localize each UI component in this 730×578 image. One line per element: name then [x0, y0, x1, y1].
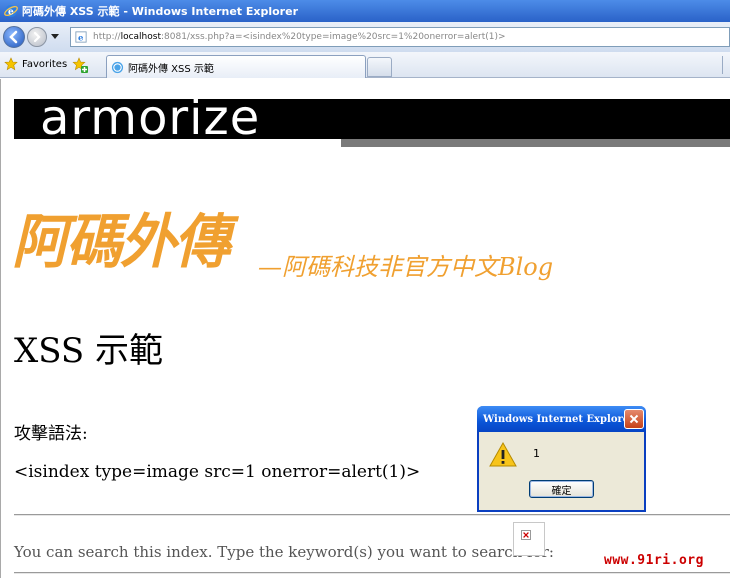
favorites-label: Favorites: [22, 58, 68, 70]
blog-logo-subtitle: —阿碼科技非官方中文Blog: [258, 253, 554, 281]
tab-label: 阿碼外傳 XSS 示範: [128, 63, 214, 75]
svg-text:e: e: [78, 33, 84, 43]
watermark: www.91ri.org: [604, 553, 704, 568]
toolbar-separator: [722, 56, 724, 74]
ie-icon: [111, 61, 124, 73]
add-favorite-icon[interactable]: [72, 57, 88, 73]
alert-dialog-title: Windows Internet Explorer: [483, 413, 635, 425]
new-tab-button[interactable]: [367, 57, 392, 77]
tab-xss-demo[interactable]: 阿碼外傳 XSS 示範: [106, 55, 366, 78]
favorites-button[interactable]: Favorites: [4, 57, 67, 71]
ok-button[interactable]: 確定: [529, 480, 594, 498]
ie-icon: e: [4, 5, 18, 18]
back-arrow-icon: [9, 30, 18, 44]
isindex-prompt: You can search this index. Type the keyw…: [14, 543, 554, 561]
blog-logo-title: 阿碼外傳: [12, 207, 230, 277]
svg-text:e: e: [8, 8, 14, 18]
favorites-bar: Favorites 阿碼外傳 XSS 示範: [0, 52, 730, 78]
window-titlebar: e 阿碼外傳 XSS 示範 - Windows Internet Explore…: [0, 0, 730, 22]
page-left-border: [0, 79, 1, 578]
forward-arrow-icon: [33, 31, 41, 43]
back-button[interactable]: [3, 26, 25, 48]
address-host: localhost: [120, 32, 161, 42]
close-icon: [629, 414, 639, 424]
attack-syntax-code: <isindex type=image src=1 onerror=alert(…: [14, 462, 421, 482]
navigation-bar: e http://localhost:8081/xss.php?a=<isind…: [0, 22, 730, 52]
armorize-logo-text: armorize: [40, 90, 261, 146]
window-title: 阿碼外傳 XSS 示範 - Windows Internet Explorer: [22, 5, 298, 18]
attack-syntax-label: 攻擊語法:: [14, 424, 88, 444]
isindex-divider-top: [14, 514, 730, 516]
address-path: :8081/xss.php?a=<isindex%20type=image%20…: [160, 32, 506, 42]
chevron-down-icon: [51, 33, 59, 39]
alert-dialog-titlebar: Windows Internet Explorer: [477, 406, 646, 432]
page-icon: e: [75, 31, 87, 43]
address-scheme: http://: [93, 32, 121, 42]
isindex-image-input[interactable]: [513, 522, 545, 556]
page-title: XSS 示範: [14, 331, 163, 371]
broken-image-icon: [521, 530, 531, 540]
warning-icon: [489, 442, 517, 467]
forward-button[interactable]: [27, 27, 47, 47]
alert-dialog: Windows Internet Explorer 1 確定: [477, 406, 646, 512]
alert-message: 1: [533, 447, 540, 460]
recent-pages-dropdown[interactable]: [51, 33, 61, 42]
address-bar[interactable]: e http://localhost:8081/xss.php?a=<isind…: [70, 27, 730, 47]
star-icon: [4, 57, 18, 71]
armorize-banner-underline: [341, 139, 730, 147]
isindex-divider-bottom: [14, 572, 730, 574]
close-button[interactable]: [624, 409, 644, 429]
